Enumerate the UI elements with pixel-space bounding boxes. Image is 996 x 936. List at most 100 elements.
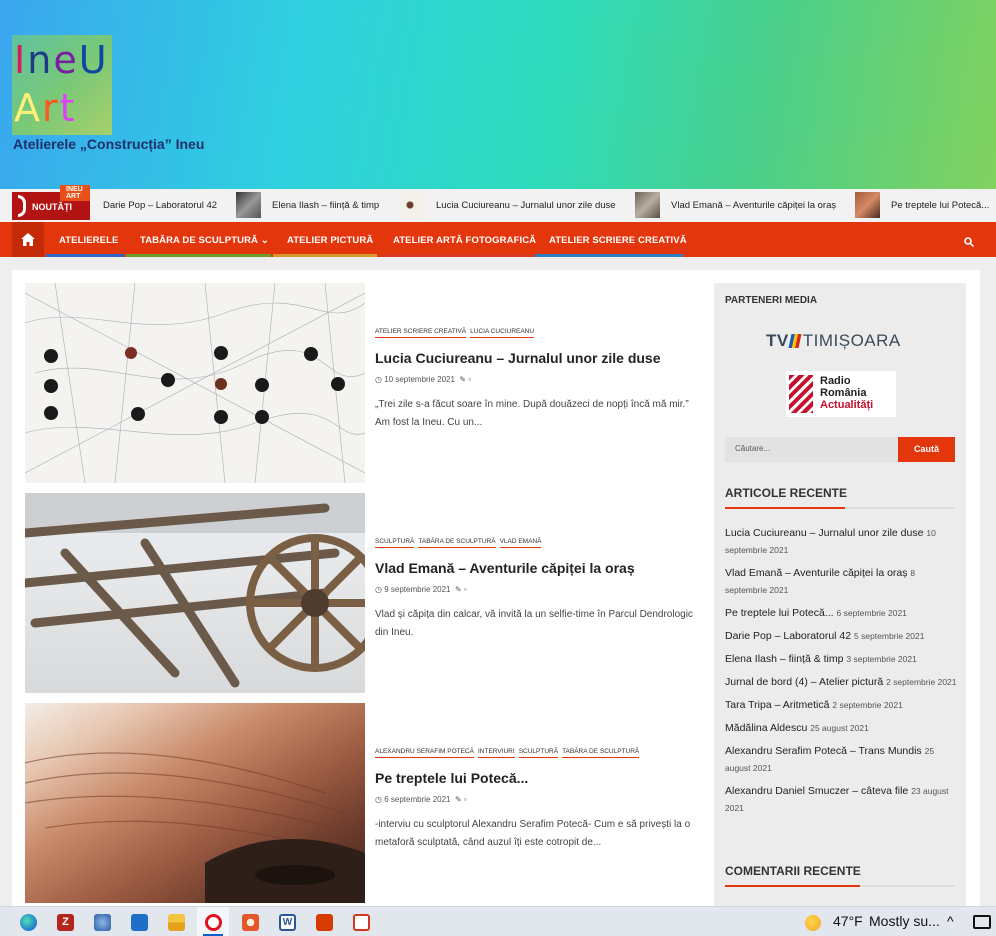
edit-icon: ✎ [454,795,462,804]
recent-item[interactable]: Alexandru Serafim Potecă – Trans Mundis … [725,743,957,777]
post-image-lucia[interactable] [25,283,365,483]
nav-underline [126,254,271,257]
site-tagline[interactable]: Atelierele „Construcția” Ineu [13,136,204,152]
nav-underline [379,254,533,257]
edge-icon[interactable] [20,914,37,931]
post-image-poteca[interactable] [25,703,365,903]
chevron-up-icon[interactable]: ^ [947,913,954,929]
category-link[interactable]: ATELIER SCRIERE CREATIVĂ [375,328,467,338]
recent-item[interactable]: Tara Tripa – Aritmetică 2 septembrie 202… [725,697,957,714]
recent-item[interactable]: Elena Ilash – ființă & timp 3 septembrie… [725,651,957,668]
ticker-item[interactable]: Pe treptele lui Potecă... [891,200,989,211]
recent-item[interactable]: Jurnal de bord (4) – Atelier pictură 2 s… [725,674,957,691]
post-meta: ◷ 6 septembrie 2021 ✎ ▫ [375,795,467,804]
recent-heading: ARTICOLE RECENTE [725,486,848,500]
nav-home-button[interactable] [12,222,44,257]
search-button[interactable]: Caută [898,437,955,462]
edit-icon: ✎ [454,585,462,594]
category-link[interactable]: SCULPTURĂ [375,538,415,548]
post-categories: ATELIER SCRIERE CREATIVĂ LUCIA CUCIUREANU [375,328,538,338]
category-link[interactable]: SCULPTURĂ [518,748,559,758]
category-link[interactable]: ALEXANDRU SERAFIM POTECĂ [375,748,474,758]
category-link[interactable]: INTERVIURI [477,748,515,758]
post-image-vlad[interactable] [25,493,365,693]
ticker-thumbnail[interactable] [635,192,660,218]
nav-item-atelierele[interactable]: ATELIERELE [59,235,118,246]
post-excerpt: -interviu cu sculptorul Alexandru Serafi… [375,819,691,848]
category-link[interactable]: TABĂRA DE SCULPTURĂ [418,538,496,548]
ticker-label: NOUTĂȚI [32,202,72,212]
radio-romania-logo[interactable]: Radio România Actualități [786,371,896,417]
nav-search-button[interactable] [964,234,975,252]
opera-icon[interactable] [205,914,222,931]
nav-underline [535,254,683,257]
recent-item[interactable]: Alexandru Daniel Smuczer – câteva file 2… [725,783,957,817]
ticker-item[interactable]: Lucia Cuciureanu – Jurnalul unor zile du… [436,200,616,211]
mail-icon[interactable] [131,914,148,931]
news-ticker: INEU ART NOUTĂȚI Darie Pop – Laboratorul… [0,185,996,222]
recent-item[interactable]: Vlad Emană – Aventurile căpiței la oraș … [725,565,957,599]
files-icon[interactable] [168,914,185,931]
app-icon[interactable] [353,914,370,931]
ticker-item[interactable]: Darie Pop – Laboratorul 42 [103,200,217,211]
weather-temperature[interactable]: 47°F [833,913,863,929]
site-logo[interactable]: IneU Art [12,35,112,135]
windows-taskbar: Z W 47°F Mostly su... ^ [0,906,996,936]
nav-underline [273,254,377,257]
search-icon [964,237,975,248]
edit-icon: ✎ [459,375,467,384]
logo-line-2: Art [14,86,77,130]
comment-icon: ▫ [463,795,467,804]
paint-icon[interactable] [242,914,259,931]
post-image-cart [25,493,365,688]
category-link[interactable]: LUCIA CUCIUREANU [470,328,535,338]
recent-item[interactable]: Darie Pop – Laboratorul 42 5 septembrie … [725,628,957,645]
weather-sun-icon [805,915,821,931]
filezilla-icon[interactable]: Z [57,914,74,931]
recent-item[interactable]: Pe treptele lui Potecă... 6 septembrie 2… [725,605,957,622]
post-excerpt: „Trei zile s-a făcut soare în mine. După… [375,399,689,428]
ticker-thumbnail[interactable] [855,192,880,218]
nav-item-pictura[interactable]: ATELIER PICTURĂ [287,235,373,246]
display-icon[interactable] [973,915,991,929]
radio-line-1: Radio [820,375,851,387]
post-meta: ◷ 10 septembrie 2021 ✎ ▫ [375,375,472,384]
comment-icon: ▫ [463,585,467,594]
radio-line-2: România [820,387,867,399]
comments-heading: COMENTARII RECENTE [725,864,861,878]
post-excerpt: Vlad și căpița din calcar, vă invită la … [375,609,693,638]
search-input[interactable]: Căutare... [725,437,898,462]
nav-item-tabara[interactable]: TABĂRA DE SCULPTURĂ ⌄ [140,235,269,246]
network-icon[interactable] [94,914,111,931]
post-categories: ALEXANDRU SERAFIM POTECĂ INTERVIURI SCULPT… [375,748,643,758]
post-title[interactable]: Lucia Cuciureanu – Jurnalul unor zile du… [375,350,661,366]
clock-icon: ◷ [375,585,382,594]
ticker-bracket-icon [18,195,26,217]
word-icon[interactable]: W [279,914,296,931]
nav-item-scriere[interactable]: ATELIER SCRIERE CREATIVĂ [549,235,687,246]
recent-item[interactable]: Lucia Cuciureanu – Jurnalul unor zile du… [725,525,957,559]
ticker-badge: INEU ART NOUTĂȚI [12,185,90,220]
post-image-face [25,752,365,903]
clock-icon: ◷ [375,795,382,804]
ticker-thumbnail[interactable] [400,192,425,218]
category-link[interactable]: VLAD EMANĂ [499,538,542,548]
category-link[interactable]: TABĂRA DE SCULPTURĂ [562,748,640,758]
weather-status[interactable]: Mostly su... [869,913,940,929]
chevron-down-icon: ⌄ [260,235,269,246]
clock-icon: ◷ [375,375,382,384]
ticker-item[interactable]: Elena Ilash – ființă & timp [272,200,379,211]
post-title[interactable]: Vlad Emană – Aventurile căpiței la oraș [375,560,635,576]
post-title[interactable]: Pe treptele lui Potecă... [375,770,528,786]
ticker-item[interactable]: Vlad Emană – Aventurile căpiței la oraș [671,200,836,211]
tvr-logo[interactable]: TV TIMIȘOARA [766,331,901,351]
main-nav: ATELIERELE TABĂRA DE SCULPTURĂ ⌄ ATELIER… [0,222,996,257]
heading-underline [725,885,955,887]
media-heading: PARTENERI MEDIA [725,295,818,306]
recent-item[interactable]: Mădălina Aldescu 25 august 2021 [725,720,957,737]
site-header: IneU Art Atelierele „Construcția” Ineu [0,0,996,189]
nav-item-foto[interactable]: ATELIER ARTĂ FOTOGRAFICĂ [393,235,536,246]
radio-line-3: Actualități [820,399,874,411]
ticker-thumbnail[interactable] [236,192,261,218]
office-icon[interactable] [316,914,333,931]
